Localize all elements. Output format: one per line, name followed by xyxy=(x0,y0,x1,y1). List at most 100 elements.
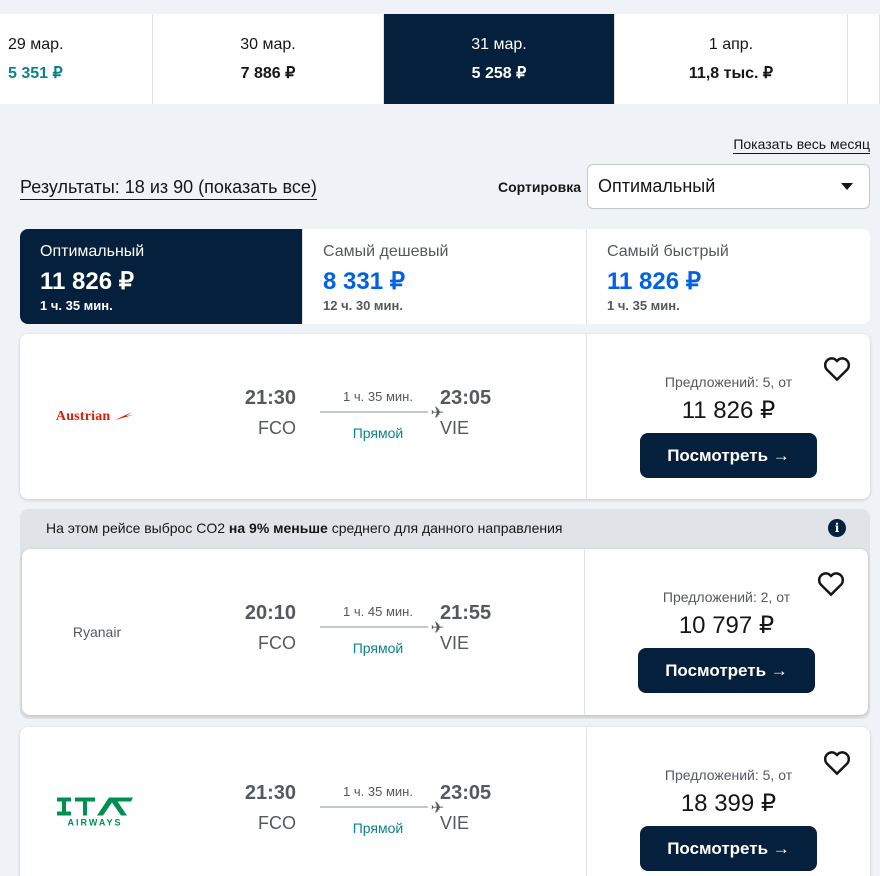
austrian-arrow-icon xyxy=(115,412,134,421)
date-price: 7 886 ₽ xyxy=(240,64,296,82)
tab-fastest[interactable]: Самый быстрый 11 826 ₽ 1 ч. 35 мин. xyxy=(587,229,870,324)
departure: 21:30 FCO xyxy=(220,387,296,439)
departure-time: 21:30 xyxy=(244,386,296,409)
departure-airport: FCO xyxy=(258,417,296,438)
date-label: 30 мар. xyxy=(240,35,296,53)
departure-time: 20:10 xyxy=(244,602,296,624)
departure: 21:30 FCO xyxy=(220,782,296,834)
flight-duration: 1 ч. 45 мин. xyxy=(343,604,413,619)
date-cell-31-mar[interactable]: 31 мар. 5 258 ₽ xyxy=(384,14,615,104)
flight-details: Austrian 21:30 FCO 1 ч. 35 мин. ✈ Прямой… xyxy=(20,334,586,499)
tab-title: Самый дешевый xyxy=(323,243,449,260)
date-cell-next[interactable] xyxy=(848,14,880,104)
flight-leg: 21:30 FCO 1 ч. 35 мин. ✈ Прямой 23:05 VI… xyxy=(220,782,510,842)
heart-icon[interactable] xyxy=(816,569,846,599)
price-panel: Предложений: 5, от 11 826 ₽ Посмотреть → xyxy=(586,334,870,499)
ita-airways-logo: AIRWAYS xyxy=(57,797,133,828)
date-price: 11,8 тыс. ₽ xyxy=(688,64,774,82)
show-whole-month-link[interactable]: Показать весь месяц xyxy=(733,136,870,154)
flight-price: 10 797 ₽ xyxy=(678,612,775,639)
flight-stops: Прямой xyxy=(352,820,404,836)
eco-banner-text: На этом рейсе выброс CO2 на 9% меньше ср… xyxy=(46,520,563,536)
view-deal-button[interactable]: Посмотреть → xyxy=(640,826,817,871)
arrival-time: 21:55 xyxy=(440,602,492,624)
price-panel: Предложений: 5, от 18 399 ₽ Посмотреть → xyxy=(586,727,870,876)
flight-duration: 1 ч. 35 мин. xyxy=(343,388,413,404)
departure-airport: FCO xyxy=(258,633,296,653)
tab-price: 11 826 ₽ xyxy=(607,268,702,295)
date-price: 5 351 ₽ xyxy=(8,64,63,82)
view-deal-button[interactable]: Посмотреть → xyxy=(638,648,815,693)
arrival-airport: VIE xyxy=(440,417,470,438)
airline-logo: Ryanair xyxy=(42,624,152,640)
flight-card[interactable]: Ryanair 20:10 FCO 1 ч. 45 мин. ✈ Прямой … xyxy=(22,549,868,715)
offers-count: Предложений: 5, от xyxy=(664,767,793,783)
date-label: 1 апр. xyxy=(708,35,754,53)
date-strip: 29 мар. 5 351 ₽ 30 мар. 7 886 ₽ 31 мар. … xyxy=(0,14,880,104)
date-label: 29 мар. xyxy=(8,35,64,53)
info-icon[interactable]: i xyxy=(828,519,846,537)
tab-title: Оптимальный xyxy=(40,243,145,260)
airline-name: Ryanair xyxy=(72,624,122,640)
view-deal-button[interactable]: Посмотреть → xyxy=(640,433,817,478)
chevron-down-icon xyxy=(841,183,853,190)
tab-duration: 1 ч. 35 мин. xyxy=(607,298,680,313)
flight-leg: 21:30 FCO 1 ч. 35 мин. ✈ Прямой 23:05 VI… xyxy=(220,387,510,447)
tab-duration: 1 ч. 35 мин. xyxy=(40,298,113,313)
arrival-airport: VIE xyxy=(440,813,470,833)
departure-time: 21:30 xyxy=(244,782,296,804)
offers-count: Предложений: 2, от xyxy=(662,589,791,605)
date-label: 31 мар. xyxy=(471,35,527,53)
austrian-logo: Austrian xyxy=(56,409,134,425)
flight-price: 11 826 ₽ xyxy=(681,397,776,424)
departure-airport: FCO xyxy=(258,813,296,833)
sort-label: Сортировка xyxy=(498,179,581,195)
date-cell-1-apr[interactable]: 1 апр. 11,8 тыс. ₽ xyxy=(615,14,848,104)
eco-text-suffix: среднего для данного направления xyxy=(327,520,563,536)
flight-duration: 1 ч. 35 мин. xyxy=(343,784,413,799)
arrival-time: 23:05 xyxy=(440,782,492,804)
flight-stops: Прямой xyxy=(352,424,404,441)
tab-title: Самый быстрый xyxy=(607,243,729,260)
sort-select[interactable]: Оптимальный xyxy=(587,164,870,209)
airline-name: Austrian xyxy=(55,408,111,424)
results-count-link[interactable]: Результаты: 18 из 90 (показать все) xyxy=(20,177,317,200)
date-price: 5 258 ₽ xyxy=(471,64,527,82)
sort-tabs: Оптимальный 11 826 ₽ 1 ч. 35 мин. Самый … xyxy=(20,229,870,324)
tab-optimal[interactable]: Оптимальный 11 826 ₽ 1 ч. 35 мин. xyxy=(20,229,303,324)
eco-text-prefix: На этом рейсе выброс CO2 xyxy=(46,520,229,536)
tab-price: 8 331 ₽ xyxy=(323,268,405,295)
price-panel: Предложений: 2, от 10 797 ₽ Посмотреть → xyxy=(584,549,868,715)
sort-select-value: Оптимальный xyxy=(598,176,716,196)
heart-icon[interactable] xyxy=(822,748,852,778)
flight-line: ✈ xyxy=(320,405,444,422)
tab-duration: 12 ч. 30 мин. xyxy=(323,298,403,313)
flight-duration-block: 1 ч. 35 мин. ✈ Прямой xyxy=(316,387,444,441)
airline-logo: AIRWAYS xyxy=(40,797,150,828)
heart-icon[interactable] xyxy=(822,354,852,384)
ita-logo-subtext: AIRWAYS xyxy=(67,817,123,828)
date-cell-30-mar[interactable]: 30 мар. 7 886 ₽ xyxy=(153,14,384,104)
date-cell-29-mar[interactable]: 29 мар. 5 351 ₽ xyxy=(0,14,153,104)
arrival: 21:55 VIE xyxy=(440,602,510,654)
tab-cheapest[interactable]: Самый дешевый 8 331 ₽ 12 ч. 30 мин. xyxy=(303,229,587,324)
flight-line: ✈ xyxy=(320,620,444,637)
arrival: 23:05 VIE xyxy=(440,782,510,834)
flight-price: 18 399 ₽ xyxy=(680,790,777,817)
offers-count: Предложений: 5, от xyxy=(664,374,793,390)
airline-logo: Austrian xyxy=(40,409,150,425)
ita-logo-mark xyxy=(57,797,133,816)
flight-card[interactable]: Austrian 21:30 FCO 1 ч. 35 мин. ✈ Прямой… xyxy=(20,334,870,499)
flight-duration-block: 1 ч. 35 мин. ✈ Прямой xyxy=(316,782,444,836)
arrival-airport: VIE xyxy=(440,633,470,653)
departure: 20:10 FCO xyxy=(220,602,296,654)
eco-text-bold: на 9% меньше xyxy=(228,520,328,536)
arrival-time: 23:05 xyxy=(440,386,492,409)
arrival: 23:05 VIE xyxy=(440,387,510,439)
tab-price: 11 826 ₽ xyxy=(40,268,135,295)
flight-leg: 20:10 FCO 1 ч. 45 мин. ✈ Прямой 21:55 VI… xyxy=(220,602,510,662)
flight-card[interactable]: AIRWAYS 21:30 FCO 1 ч. 35 мин. ✈ Прямой … xyxy=(20,727,870,876)
flight-details: Ryanair 20:10 FCO 1 ч. 45 мин. ✈ Прямой … xyxy=(22,549,584,715)
flight-details: AIRWAYS 21:30 FCO 1 ч. 35 мин. ✈ Прямой … xyxy=(20,727,586,876)
flight-line: ✈ xyxy=(320,800,444,817)
